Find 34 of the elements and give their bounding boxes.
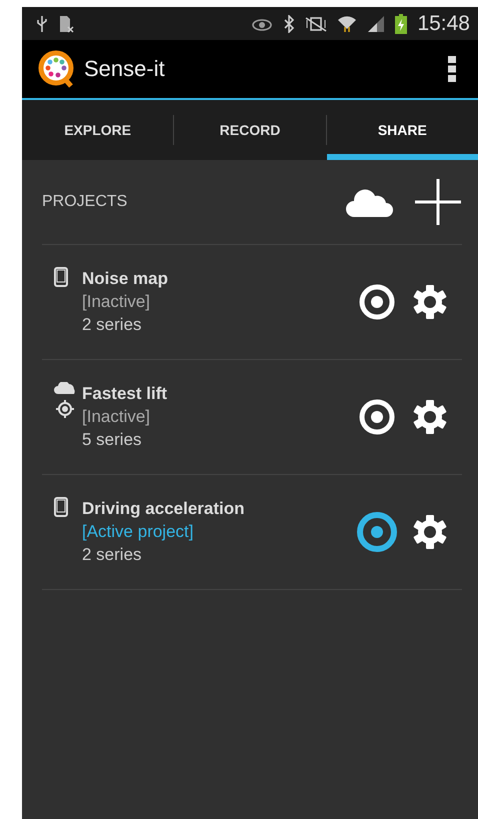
vibrate-icon (305, 16, 328, 32)
settings-icon[interactable] (412, 399, 448, 435)
tab[interactable]: EXPLORE (22, 100, 174, 160)
clock: 15:48 (417, 12, 470, 36)
eye-icon (251, 16, 274, 30)
project-name: Fastest lift (82, 384, 168, 404)
bluetooth-icon (283, 14, 296, 32)
phone-icon (54, 267, 68, 287)
project-name: Noise map (82, 269, 169, 289)
tab[interactable]: RECORD (174, 100, 326, 160)
series-count: 2 series (82, 545, 143, 565)
battery-icon (395, 14, 408, 34)
project-status: [Inactive] (82, 407, 152, 427)
sim-icon (58, 14, 74, 32)
section-title: PROJECTS (42, 193, 128, 211)
add-icon[interactable] (414, 178, 462, 226)
phone-icon (54, 497, 68, 517)
project-status: [Active project] (82, 522, 194, 542)
cloud-location-icon (54, 382, 76, 420)
project-status: [Inactive] (82, 292, 152, 312)
overflow-menu-icon[interactable] (448, 56, 456, 82)
tab[interactable]: SHARE (326, 100, 478, 160)
cloud-icon[interactable] (346, 187, 394, 217)
usb-icon (36, 14, 48, 32)
app-logo-icon (38, 50, 76, 88)
project-name: Driving acceleration (82, 499, 246, 519)
settings-icon[interactable] (412, 284, 448, 320)
radio-button[interactable] (356, 511, 398, 553)
wifi-icon (337, 14, 358, 32)
app-title: Sense-it (84, 56, 165, 82)
settings-icon[interactable] (412, 514, 448, 550)
series-count: 5 series (82, 430, 143, 450)
signal-icon (367, 14, 386, 32)
series-count: 2 series (82, 315, 143, 335)
